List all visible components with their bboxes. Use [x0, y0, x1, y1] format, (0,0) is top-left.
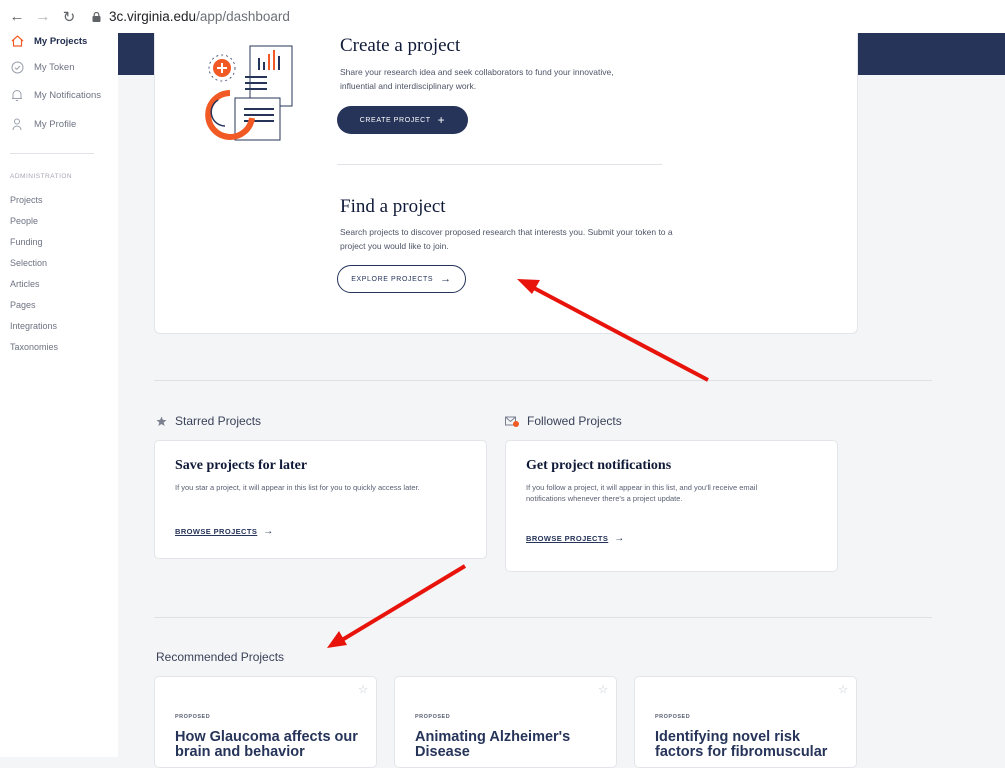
browse-projects-label: BROWSE PROJECTS [175, 527, 258, 536]
browse-projects-label: BROWSE PROJECTS [526, 534, 609, 543]
project-title[interactable]: How Glaucoma affects our brain and behav… [175, 730, 365, 760]
sidebar-item-label: My Projects [34, 35, 88, 47]
project-card[interactable]: ☆ PROPOSED How Glaucoma affects our brai… [154, 676, 377, 768]
forward-icon[interactable]: → [34, 8, 52, 25]
create-project-title: Create a project [340, 35, 461, 56]
starred-projects-card: Save projects for later If you star a pr… [154, 440, 487, 559]
star-icon [156, 416, 167, 427]
sidebar-item-my-token[interactable]: My Token [10, 60, 74, 74]
sidebar-item-my-profile[interactable]: My Profile [10, 117, 76, 131]
find-project-description: Search projects to discover proposed res… [340, 227, 673, 251]
followed-projects-card: Get project notifications If you follow … [505, 440, 838, 572]
starred-card-description: If you star a project, it will appear in… [175, 483, 420, 492]
recommended-projects-label: Recommended Projects [156, 650, 285, 664]
star-outline-icon[interactable]: ☆ [598, 683, 608, 696]
sidebar-item-label: My Token [34, 61, 75, 73]
arrow-right-icon: → [263, 526, 274, 537]
create-project-button[interactable]: CREATE PROJECT + [337, 106, 468, 134]
project-illustration [205, 45, 293, 141]
starred-projects-heading: Starred Projects [156, 414, 261, 428]
starred-projects-label: Starred Projects [175, 414, 262, 428]
project-status: PROPOSED [175, 714, 211, 720]
followed-card-title: Get project notifications [526, 458, 672, 473]
create-find-card: Create a project Share your research ide… [154, 33, 858, 334]
url-path: /app/dashboard [196, 9, 290, 24]
admin-link-integrations[interactable]: Integrations [10, 321, 57, 331]
sidebar-item-label: My Notifications [34, 89, 102, 101]
star-outline-icon[interactable]: ☆ [838, 683, 848, 696]
sidebar-item-my-notifications[interactable]: My Notifications [10, 88, 101, 102]
sidebar-item-my-projects[interactable]: My Projects [10, 34, 87, 48]
project-title[interactable]: Animating Alzheimer's Disease [415, 730, 605, 760]
project-status: PROPOSED [415, 714, 451, 720]
explore-projects-button[interactable]: EXPLORE PROJECTS → [337, 265, 466, 293]
user-icon [10, 117, 24, 131]
arrow-right-icon: → [440, 273, 452, 285]
project-card[interactable]: ☆ PROPOSED Identifying novel risk factor… [634, 676, 857, 768]
admin-link-articles[interactable]: Articles [10, 279, 40, 289]
admin-link-pages[interactable]: Pages [10, 300, 36, 310]
admin-link-selection[interactable]: Selection [10, 258, 47, 268]
followed-projects-heading: Followed Projects [505, 414, 622, 428]
project-title[interactable]: Identifying novel risk factors for fibro… [655, 730, 845, 760]
check-circle-icon [10, 60, 24, 74]
project-status: PROPOSED [655, 714, 691, 720]
followed-browse-projects-link[interactable]: BROWSE PROJECTS → [526, 533, 625, 544]
url-host: 3c.virginia.edu [109, 9, 197, 24]
address-bar[interactable]: 3c.virginia.edu/app/dashboard [92, 9, 290, 24]
mail-notification-icon [505, 416, 519, 427]
section-divider [154, 617, 932, 618]
bell-icon [10, 88, 24, 102]
star-outline-icon[interactable]: ☆ [358, 683, 368, 696]
recommended-projects-heading: Recommended Projects [156, 650, 284, 664]
create-project-button-label: CREATE PROJECT [359, 116, 431, 124]
card-divider [337, 164, 662, 165]
admin-link-taxonomies[interactable]: Taxonomies [10, 342, 58, 352]
followed-card-description: If you follow a project, it will appear … [526, 483, 758, 503]
lock-icon [92, 11, 101, 22]
arrow-right-icon: → [614, 533, 625, 544]
create-project-description: Share your research idea and seek collab… [340, 67, 614, 91]
admin-link-projects[interactable]: Projects [10, 195, 43, 205]
sidebar-divider [10, 153, 94, 154]
browser-toolbar: ← → ↻ 3c.virginia.edu/app/dashboard [0, 0, 1005, 34]
find-project-title: Find a project [340, 196, 446, 217]
admin-link-people[interactable]: People [10, 216, 38, 226]
back-icon[interactable]: ← [8, 8, 26, 25]
followed-projects-label: Followed Projects [527, 414, 622, 428]
plus-icon: + [437, 113, 446, 127]
explore-projects-button-label: EXPLORE PROJECTS [351, 275, 434, 283]
sidebar-item-label: My Profile [34, 118, 77, 130]
sidebar: My Projects My Token My Notifications My… [0, 33, 118, 757]
section-divider [154, 380, 932, 381]
red-arrow-recommended [327, 564, 467, 648]
admin-link-funding[interactable]: Funding [10, 237, 43, 247]
project-card[interactable]: ☆ PROPOSED Animating Alzheimer's Disease [394, 676, 617, 768]
starred-card-title: Save projects for later [175, 458, 308, 473]
reload-icon[interactable]: ↻ [60, 8, 78, 26]
starred-browse-projects-link[interactable]: BROWSE PROJECTS → [175, 526, 274, 537]
home-icon [10, 34, 24, 48]
admin-heading: ADMINISTRATION [10, 173, 73, 180]
